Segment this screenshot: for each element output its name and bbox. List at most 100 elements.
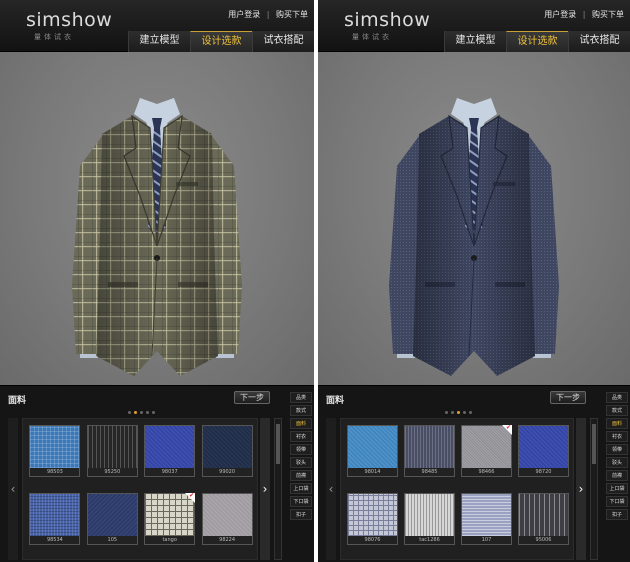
chevron-left-icon[interactable]: ‹ — [8, 418, 18, 560]
fabric-swatch-pattern — [87, 494, 137, 536]
side-menu-item[interactable]: 品类 — [290, 392, 312, 403]
scrollbar[interactable] — [590, 418, 598, 560]
side-menu-item[interactable]: 下口袋 — [606, 496, 628, 507]
fabric-swatch[interactable]: 98224 — [201, 493, 253, 545]
fabric-code: 98720 — [519, 468, 568, 476]
side-menu-item[interactable]: 面料 — [290, 418, 312, 429]
suit-jacket-image — [72, 98, 242, 376]
fabric-swatch-pattern — [202, 426, 252, 468]
fabric-swatch[interactable]: 99020 — [201, 425, 253, 477]
chevron-left-icon[interactable]: ‹ — [326, 418, 336, 560]
main-tabs: 建立模型 设计选款 试衣搭配 — [128, 31, 314, 52]
fabric-code: 98503 — [30, 468, 80, 476]
fabric-swatch[interactable]: 98076 — [347, 493, 398, 545]
fabric-swatch[interactable]: tango ✔ — [144, 492, 196, 545]
fabric-swatch[interactable]: 98503 — [29, 425, 81, 477]
tab-fitting[interactable]: 试衣搭配 — [252, 31, 314, 52]
page-dot[interactable] — [128, 411, 131, 414]
page-dot[interactable] — [445, 411, 448, 414]
fabric-swatch-pattern — [30, 426, 80, 468]
fabric-swatch[interactable]: 95250 — [86, 425, 138, 477]
side-menu-item[interactable]: 前襟 — [290, 470, 312, 481]
fabric-code: 98466 — [462, 468, 511, 476]
page-dot[interactable] — [140, 411, 143, 414]
page-dot[interactable] — [451, 411, 454, 414]
fabric-swatch[interactable]: 98720 — [518, 425, 569, 477]
order-link[interactable]: 购买下单 — [592, 10, 624, 19]
page-dot[interactable] — [463, 411, 466, 414]
side-menu-item[interactable]: 面料 — [606, 418, 628, 429]
scrollbar[interactable] — [274, 418, 282, 560]
tab-model[interactable]: 建立模型 — [444, 31, 506, 52]
fabric-swatch-pattern — [405, 494, 454, 536]
top-links: 用户登录 | 购买下单 — [224, 9, 308, 20]
fabric-swatch[interactable]: 107 — [461, 493, 512, 545]
logo-subtitle: 量体试衣 — [34, 33, 74, 41]
fabric-swatch-pattern — [405, 426, 454, 468]
side-menu-item[interactable]: 驳头 — [606, 457, 628, 468]
fabric-panel: 面料 下一步 ‹ 98503 95250 98037 99020 98534 1… — [0, 385, 314, 562]
chevron-right-icon[interactable]: › — [576, 418, 586, 560]
fabric-code: tac1286 — [405, 536, 454, 544]
fabric-swatch-pattern — [462, 494, 511, 536]
fabric-code: 98485 — [405, 468, 454, 476]
tab-model[interactable]: 建立模型 — [128, 31, 190, 52]
side-menu-item[interactable]: 扣子 — [290, 509, 312, 520]
page-dot[interactable] — [469, 411, 472, 414]
fabric-swatch[interactable]: tac1286 — [404, 493, 455, 545]
tab-design[interactable]: 设计选款 — [190, 31, 252, 52]
tab-design[interactable]: 设计选款 — [506, 31, 568, 52]
suit-preview-stage — [318, 52, 630, 385]
side-menu-item[interactable]: 衬衣 — [606, 431, 628, 442]
top-links: 用户登录 | 购买下单 — [540, 9, 624, 20]
fabric-swatch-pattern — [348, 426, 397, 468]
side-menu-item[interactable]: 品类 — [606, 392, 628, 403]
page-dot[interactable] — [457, 411, 460, 414]
side-menu-item[interactable]: 上口袋 — [606, 483, 628, 494]
fabric-swatch[interactable]: 95006 — [518, 493, 569, 545]
login-link[interactable]: 用户登录 — [544, 10, 576, 19]
fabric-grid: 98503 95250 98037 99020 98534 105 tango … — [22, 418, 258, 560]
suit-preview-stage — [0, 52, 314, 385]
page-dot[interactable] — [146, 411, 149, 414]
page-dots — [445, 411, 472, 415]
tab-fitting[interactable]: 试衣搭配 — [568, 31, 630, 52]
side-menu-item[interactable]: 领带 — [606, 444, 628, 455]
side-menu-item[interactable]: 前襟 — [606, 470, 628, 481]
side-menu-item[interactable]: 扣子 — [606, 509, 628, 520]
fabric-swatch-pattern — [519, 426, 568, 468]
fabric-code: 95250 — [87, 468, 137, 476]
fabric-swatch[interactable]: 98466 ✔ — [461, 424, 512, 477]
side-menu-item[interactable]: 款式 — [606, 405, 628, 416]
side-menu-item[interactable]: 衬衣 — [290, 431, 312, 442]
fabric-swatch[interactable]: 98485 — [404, 425, 455, 477]
page-dot[interactable] — [152, 411, 155, 414]
scrollbar-thumb[interactable] — [276, 424, 280, 464]
side-menu-item[interactable]: 下口袋 — [290, 496, 312, 507]
login-link[interactable]: 用户登录 — [228, 10, 260, 19]
link-separator: | — [266, 10, 270, 19]
fabric-swatch[interactable]: 98534 — [29, 493, 81, 545]
fabric-swatch-pattern — [87, 426, 137, 468]
fabric-swatch[interactable]: 105 — [86, 493, 138, 545]
side-menu-item[interactable]: 款式 — [290, 405, 312, 416]
scrollbar-thumb[interactable] — [592, 424, 596, 464]
chevron-right-icon[interactable]: › — [260, 418, 270, 560]
fabric-swatch[interactable]: 98014 — [347, 425, 398, 477]
page-dot[interactable] — [134, 411, 137, 414]
next-step-button[interactable]: 下一步 — [234, 391, 270, 404]
suit-jacket-image — [389, 98, 559, 376]
suit-model — [379, 86, 569, 390]
fabric-swatch-pattern — [30, 494, 80, 536]
fabric-swatch[interactable]: 98037 — [144, 425, 196, 477]
fabric-code: 98224 — [202, 536, 252, 544]
page-dots — [128, 411, 155, 415]
logo: simshow — [344, 9, 431, 31]
order-link[interactable]: 购买下单 — [276, 10, 308, 19]
fabric-title: 面料 — [326, 396, 345, 406]
side-menu-item[interactable]: 领带 — [290, 444, 312, 455]
side-menu-item[interactable]: 驳头 — [290, 457, 312, 468]
checkmark-icon: ✔ — [189, 492, 195, 499]
side-menu-item[interactable]: 上口袋 — [290, 483, 312, 494]
next-step-button[interactable]: 下一步 — [550, 391, 586, 404]
